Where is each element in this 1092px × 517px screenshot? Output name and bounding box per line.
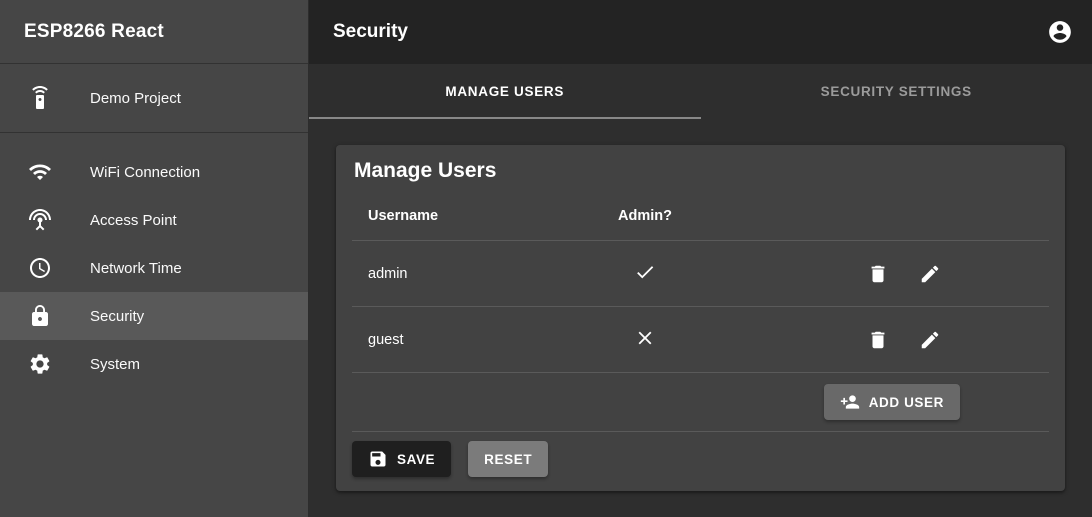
table-footer-row: ADD USER [352,373,1049,432]
sidebar-item-label: Access Point [90,212,177,229]
sidebar-item-label: Security [90,308,144,325]
sidebar-header: ESP8266 React [0,0,308,64]
project-section: Demo Project [0,64,308,133]
app-window: ESP8266 React Demo Project WiFi Connecti… [0,0,1092,517]
edit-user-button[interactable] [917,261,943,287]
gear-icon [28,352,52,376]
tab-security-settings[interactable]: SECURITY SETTINGS [701,64,1092,119]
trash-icon [867,329,889,351]
save-icon [368,449,388,469]
account-button[interactable] [1038,10,1082,54]
manage-users-card: Manage Users Username Admin? admin [336,145,1065,491]
form-actions: SAVE RESET [352,441,1049,477]
actions-cell [792,327,1049,353]
sidebar-item-demo-project[interactable]: Demo Project [0,74,308,122]
sidebar-item-label: Demo Project [90,90,181,107]
tab-content: Manage Users Username Admin? admin [309,119,1092,517]
username-cell: guest [352,332,602,348]
add-user-button[interactable]: ADD USER [824,384,960,420]
reset-label: RESET [484,452,532,467]
card-title: Manage Users [352,145,1049,191]
sidebar-item-wifi-connection[interactable]: WiFi Connection [0,148,308,196]
sidebar-item-label: WiFi Connection [90,164,200,181]
users-table: Username Admin? admin [352,191,1049,432]
tab-label: SECURITY SETTINGS [821,84,972,99]
account-circle-icon [1047,19,1073,45]
sidebar-item-label: System [90,356,140,373]
lock-icon [28,304,52,328]
main-area: Security MANAGE USERS SECURITY SETTINGS … [309,0,1092,517]
pencil-icon [919,263,941,285]
pencil-icon [919,329,941,351]
sidebar-item-network-time[interactable]: Network Time [0,244,308,292]
column-header-admin: Admin? [602,208,792,224]
sidebar-item-access-point[interactable]: Access Point [0,196,308,244]
add-user-label: ADD USER [869,395,944,410]
admin-cell [602,327,792,353]
remote-icon [28,86,52,110]
delete-user-button[interactable] [865,261,891,287]
app-title: ESP8266 React [24,21,164,43]
table-header-row: Username Admin? [352,191,1049,241]
reset-button[interactable]: RESET [468,441,548,477]
username-cell: admin [352,266,602,282]
sidebar-item-label: Network Time [90,260,182,277]
admin-cell [602,261,792,287]
save-label: SAVE [397,452,435,467]
check-icon [634,261,656,283]
sidebar: ESP8266 React Demo Project WiFi Connecti… [0,0,309,517]
tab-label: MANAGE USERS [445,84,564,99]
person-add-icon [840,392,860,412]
table-row: guest [352,307,1049,373]
save-button[interactable]: SAVE [352,441,451,477]
sidebar-item-system[interactable]: System [0,340,308,388]
sidebar-item-security[interactable]: Security [0,292,308,340]
sidebar-nav: WiFi Connection Access Point Network Tim… [0,133,308,388]
delete-user-button[interactable] [865,327,891,353]
table-row: admin [352,241,1049,307]
app-bar: Security [309,0,1092,64]
tab-manage-users[interactable]: MANAGE USERS [309,64,701,119]
page-title: Security [333,21,1038,43]
tab-bar: MANAGE USERS SECURITY SETTINGS [309,64,1092,119]
antenna-icon [28,208,52,232]
clock-icon [28,256,52,280]
trash-icon [867,263,889,285]
edit-user-button[interactable] [917,327,943,353]
column-header-username: Username [352,208,602,224]
x-icon [634,327,656,349]
wifi-icon [28,160,52,184]
actions-cell [792,261,1049,287]
